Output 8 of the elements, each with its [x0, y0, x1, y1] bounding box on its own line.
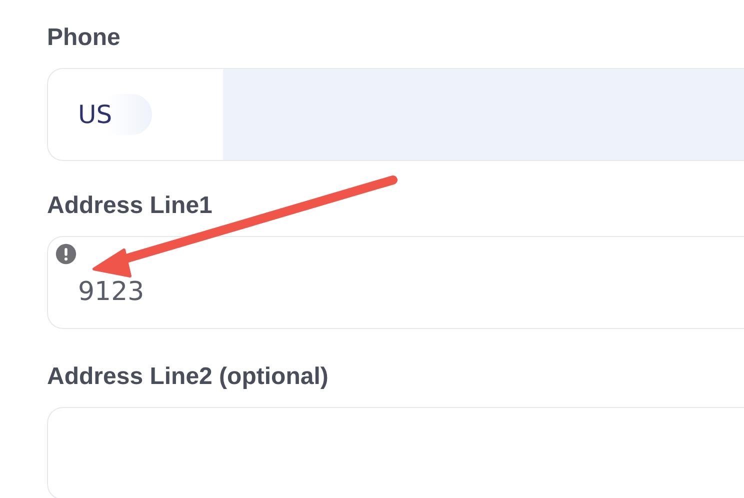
phone-field[interactable]: US [47, 68, 744, 161]
field-value: 9123 [78, 276, 144, 306]
field-label: Address Line1 [47, 191, 214, 221]
field-label: Phone [47, 23, 122, 53]
input-field[interactable]: 9123 [47, 236, 744, 329]
field-label: Address Line2 (optional) [47, 362, 330, 392]
country-code[interactable]: US [78, 94, 152, 135]
input-field[interactable] [47, 407, 744, 498]
